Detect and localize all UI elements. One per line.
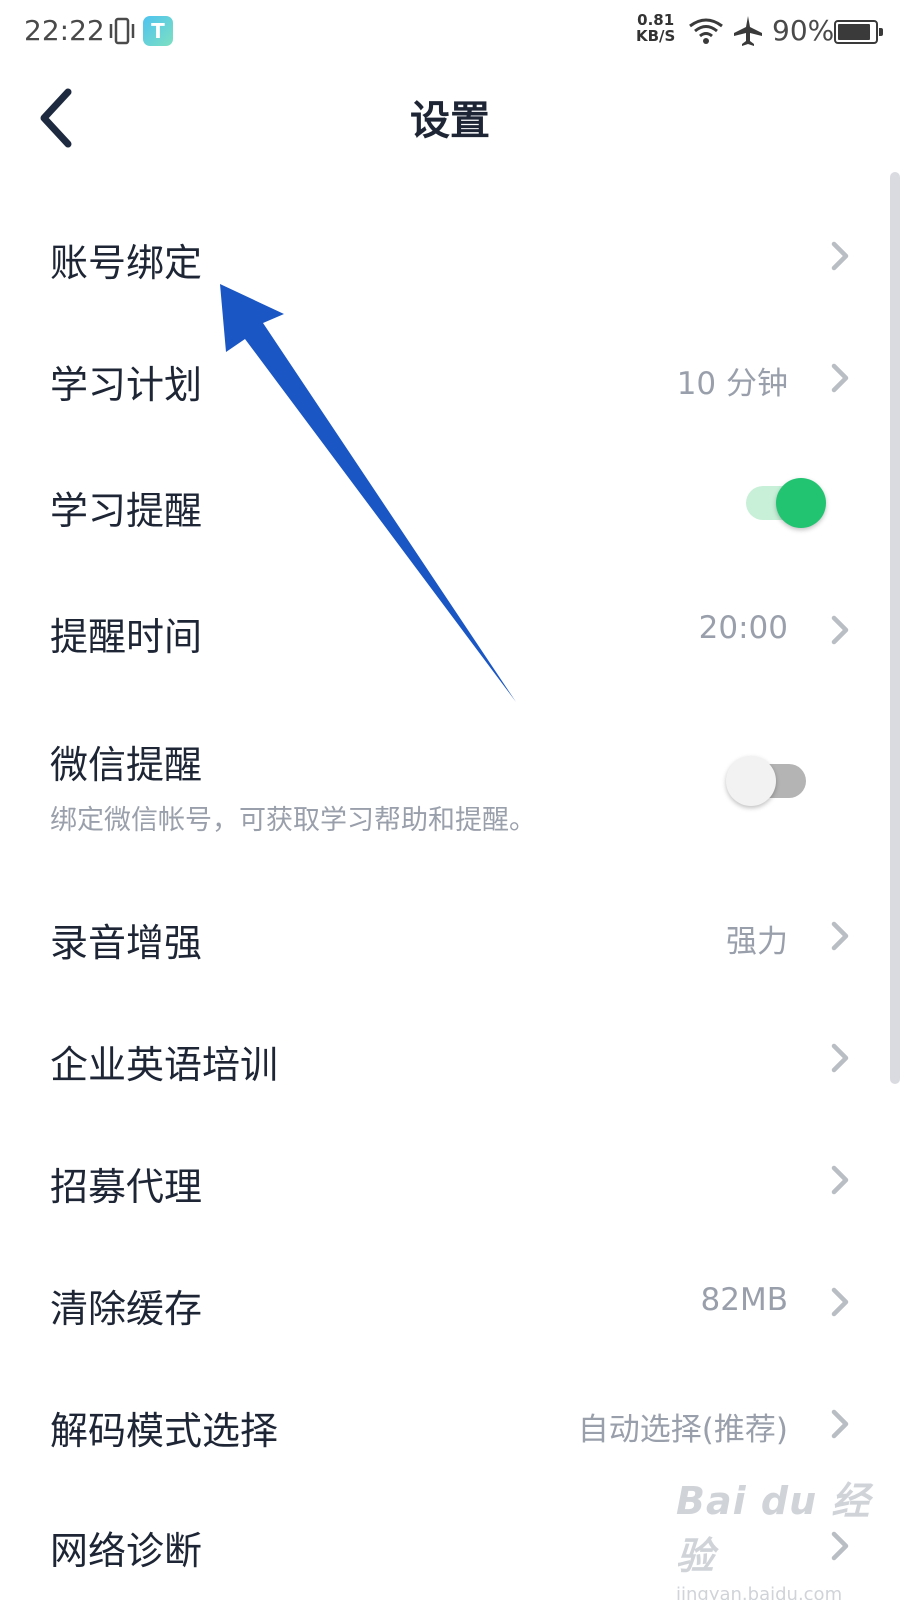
chevron-right-icon (831, 1165, 849, 1195)
wifi-icon (688, 16, 724, 50)
setting-value: 强力 (726, 924, 788, 960)
chevron-right-icon (831, 363, 849, 393)
chevron-right-icon (831, 615, 849, 645)
page-title: 设置 (410, 98, 490, 144)
setting-value: 20:00 (698, 610, 788, 646)
header: 设置 (0, 66, 900, 170)
setting-value: 82MB (700, 1282, 788, 1318)
toggle-knob (726, 756, 776, 806)
network-speed-value: 0.81 (637, 11, 675, 29)
app-notification-icon: T (143, 16, 173, 46)
scrollbar[interactable] (890, 172, 900, 1084)
chevron-right-icon (831, 1043, 849, 1073)
setting-label: 学习提醒 (50, 489, 203, 533)
chevron-right-icon (831, 921, 849, 951)
setting-label: 学习计划 (50, 363, 203, 407)
setting-recruit-agent[interactable]: 招募代理 (0, 1124, 880, 1234)
battery-icon (834, 20, 883, 44)
toggle-knob (776, 478, 826, 528)
network-speed: 0.81 KB/S (636, 12, 675, 44)
setting-label: 网络诊断 (50, 1529, 203, 1573)
chevron-right-icon (831, 1287, 849, 1317)
setting-enterprise-training[interactable]: 企业英语培训 (0, 1002, 880, 1112)
setting-clear-cache[interactable]: 清除缓存 82MB (0, 1246, 880, 1356)
battery-percent: 90% (772, 14, 835, 47)
status-bar: 22:22 T 0.81 KB/S 90% (0, 0, 900, 66)
setting-recording-boost[interactable]: 录音增强 强力 (0, 880, 880, 990)
setting-value: 自动选择(推荐) (577, 1412, 788, 1448)
setting-decode-mode[interactable]: 解码模式选择 自动选择(推荐) (0, 1368, 880, 1478)
watermark-logo: Bai du 经验 (676, 1479, 871, 1578)
setting-label: 招募代理 (50, 1165, 203, 1209)
setting-value: 10 分钟 (676, 366, 788, 402)
setting-study-reminder: 学习提醒 (0, 448, 880, 558)
status-time: 22:22 (24, 14, 105, 47)
setting-label: 账号绑定 (50, 241, 203, 285)
setting-label: 微信提醒 (50, 743, 203, 787)
setting-label: 解码模式选择 (50, 1409, 279, 1453)
setting-subtitle: 绑定微信帐号，可获取学习帮助和提醒。 (50, 805, 536, 836)
setting-label: 企业英语培训 (50, 1043, 279, 1087)
setting-account-binding[interactable]: 账号绑定 (0, 200, 880, 310)
chevron-right-icon (831, 241, 849, 271)
network-speed-unit: KB/S (636, 27, 676, 45)
setting-label: 录音增强 (50, 921, 203, 965)
watermark-url: jingyan.baidu.com (676, 1584, 843, 1600)
setting-wechat-reminder: 微信提醒 绑定微信帐号，可获取学习帮助和提醒。 (0, 700, 880, 850)
setting-study-plan[interactable]: 学习计划 10 分钟 (0, 322, 880, 432)
setting-label: 提醒时间 (50, 615, 203, 659)
vibrate-icon (108, 16, 136, 50)
setting-label: 清除缓存 (50, 1287, 203, 1331)
setting-reminder-time[interactable]: 提醒时间 20:00 (0, 574, 880, 684)
chevron-right-icon (831, 1409, 849, 1439)
baidu-jingyan-watermark: Bai du 经验 jingyan.baidu.com (676, 1470, 876, 1600)
airplane-mode-icon (732, 14, 764, 52)
